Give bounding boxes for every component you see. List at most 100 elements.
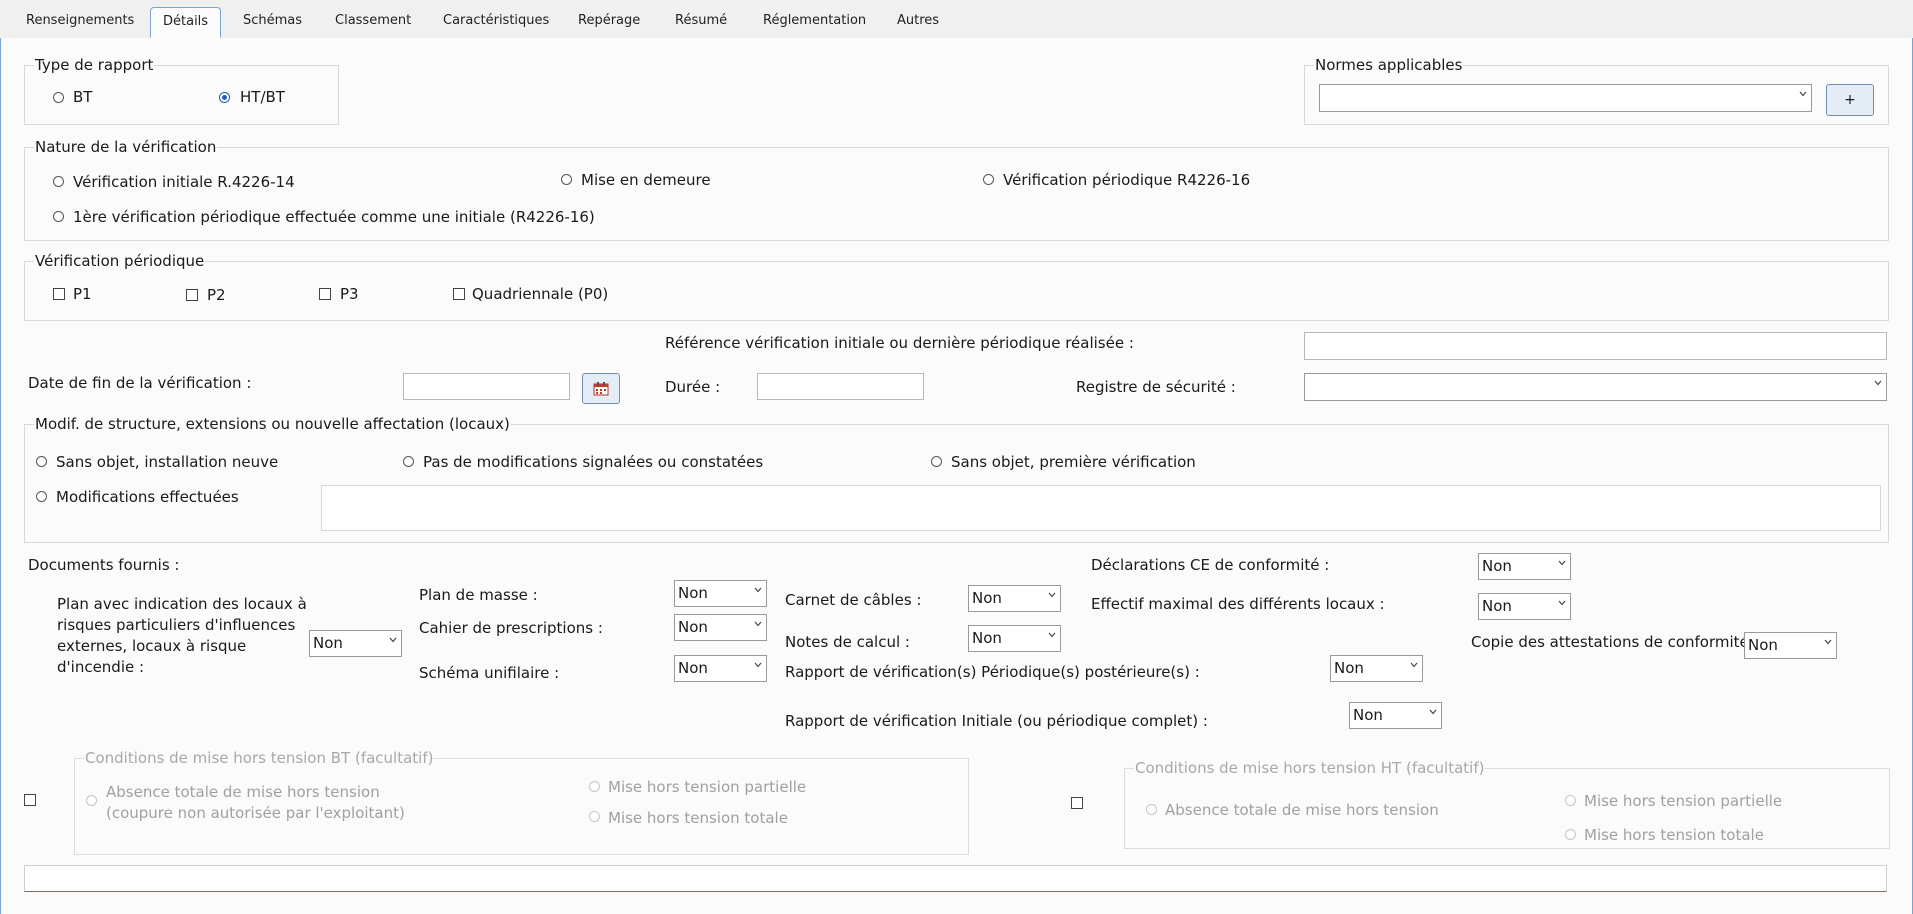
radio-ht-absence[interactable]	[1146, 804, 1157, 815]
type-rapport-group: Type de rapport	[24, 56, 339, 125]
radio-bt-partielle[interactable]	[589, 781, 600, 792]
radio-modifications-effectuees-label: Modifications effectuées	[56, 488, 239, 506]
checkbox-p2[interactable]	[186, 289, 198, 301]
plan-masse-label: Plan de masse :	[419, 586, 538, 604]
radio-verif-initiale[interactable]	[53, 176, 64, 187]
declarations-combo[interactable]: Non	[1478, 553, 1571, 580]
radio-verif-periodique-label: Vérification périodique R4226-16	[1003, 171, 1251, 189]
normes-title: Normes applicables	[1314, 56, 1464, 74]
chevron-down-icon	[754, 621, 762, 627]
effectif-label: Effectif maximal des différents locaux :	[1091, 595, 1385, 613]
duree-label: Durée :	[665, 378, 721, 396]
notes-combo[interactable]: Non	[968, 625, 1061, 652]
nature-title: Nature de la vérification	[34, 138, 218, 156]
radio-bt-totale[interactable]	[589, 811, 600, 822]
tab-classement[interactable]: Classement	[335, 13, 411, 28]
radio-sans-objet-neuve-label: Sans objet, installation neuve	[56, 453, 279, 471]
tab-schemas[interactable]: Schémas	[243, 13, 302, 28]
chevron-down-icon	[389, 637, 397, 643]
radio-bt[interactable]	[53, 92, 64, 103]
type-rapport-title: Type de rapport	[34, 56, 155, 74]
radio-premiere-periodique[interactable]	[53, 211, 64, 222]
radio-sans-objet-neuve[interactable]	[36, 456, 47, 467]
radio-sans-objet-premiere[interactable]	[931, 456, 942, 467]
schema-combo[interactable]: Non	[674, 655, 767, 682]
radio-ht-totale-label: Mise hors tension totale	[1584, 826, 1764, 844]
tab-renseignements[interactable]: Renseignements	[26, 13, 134, 28]
tab-bar: Renseignements Détails Schémas Classemen…	[0, 0, 1913, 39]
mht-ht-title: Conditions de mise hors tension HT (facu…	[1134, 759, 1486, 777]
chevron-down-icon	[1429, 709, 1437, 715]
radio-sans-objet-premiere-label: Sans objet, première vérification	[951, 453, 1196, 471]
carnet-combo[interactable]: Non	[968, 585, 1061, 612]
declarations-label: Déclarations CE de conformité :	[1091, 556, 1330, 574]
tab-caracteristiques[interactable]: Caractéristiques	[443, 13, 549, 28]
calendar-icon	[593, 382, 609, 396]
calendar-button[interactable]	[582, 373, 620, 404]
tab-reglementation[interactable]: Réglementation	[763, 13, 866, 28]
registre-combo[interactable]	[1304, 373, 1887, 401]
tab-details[interactable]: Détails	[150, 7, 222, 38]
normes-combo[interactable]	[1319, 84, 1812, 112]
mht-bt-title: Conditions de mise hors tension BT (facu…	[84, 749, 435, 767]
radio-pas-de-modifications[interactable]	[403, 456, 414, 467]
checkbox-quadriennale-label: Quadriennale (P0)	[472, 285, 609, 303]
checkbox-quadriennale[interactable]	[453, 288, 465, 300]
rapport-post-label: Rapport de vérification(s) Périodique(s)…	[785, 663, 1200, 681]
carnet-label: Carnet de câbles :	[785, 591, 922, 609]
bottom-text-field[interactable]	[24, 865, 1887, 892]
radio-bt-absence[interactable]	[86, 795, 97, 806]
checkbox-mht-ht[interactable]	[1071, 797, 1083, 809]
periodique-title: Vérification périodique	[34, 252, 206, 270]
duree-input[interactable]	[757, 373, 924, 400]
checkbox-p3[interactable]	[319, 288, 331, 300]
date-fin-input[interactable]	[403, 373, 570, 400]
date-fin-label: Date de fin de la vérification :	[28, 374, 252, 392]
chevron-down-icon	[754, 662, 762, 668]
checkbox-p1-label: P1	[73, 285, 92, 303]
plan-locaux-combo[interactable]: Non	[309, 630, 402, 657]
effectif-combo[interactable]: Non	[1478, 593, 1571, 620]
tab-reperage[interactable]: Repérage	[578, 13, 640, 28]
periodique-group: Vérification périodique	[24, 252, 1889, 321]
plan-locaux-label: Plan avec indication des locaux à risque…	[57, 595, 307, 676]
radio-verif-initiale-label: Vérification initiale R.4226-14	[73, 173, 295, 191]
chevron-down-icon	[1824, 639, 1832, 645]
plan-masse-combo[interactable]: Non	[674, 580, 767, 607]
radio-pas-de-modifications-label: Pas de modifications signalées ou consta…	[423, 453, 764, 471]
radio-mise-en-demeure-label: Mise en demeure	[581, 171, 711, 189]
chevron-down-icon	[1048, 592, 1056, 598]
registre-label: Registre de sécurité :	[1076, 378, 1236, 396]
reference-input[interactable]	[1304, 332, 1887, 360]
radio-modifications-effectuees[interactable]	[36, 491, 47, 502]
radio-mise-en-demeure[interactable]	[561, 174, 572, 185]
chevron-down-icon	[1874, 380, 1882, 386]
rapport-init-combo[interactable]: Non	[1349, 702, 1442, 729]
checkbox-mht-bt[interactable]	[24, 794, 36, 806]
rapport-post-combo[interactable]: Non	[1330, 655, 1423, 682]
rapport-init-label: Rapport de vérification Initiale (ou pér…	[785, 712, 1208, 730]
chevron-down-icon	[1410, 662, 1418, 668]
radio-ht-partielle[interactable]	[1565, 795, 1576, 806]
radio-htbt-label: HT/BT	[240, 88, 285, 106]
tab-autres[interactable]: Autres	[897, 13, 939, 28]
copie-combo[interactable]: Non	[1744, 632, 1837, 659]
radio-bt-absence-label: Absence totale de mise hors tension (cou…	[106, 783, 405, 822]
modifications-text[interactable]	[321, 485, 1881, 531]
radio-ht-totale[interactable]	[1565, 829, 1576, 840]
checkbox-p2-label: P2	[207, 286, 226, 304]
chevron-down-icon	[1048, 632, 1056, 638]
add-norme-button[interactable]: +	[1826, 84, 1874, 116]
cahier-label: Cahier de prescriptions :	[419, 619, 603, 637]
checkbox-p1[interactable]	[53, 288, 65, 300]
reference-label: Référence vérification initiale ou derni…	[665, 334, 1134, 352]
tab-resume[interactable]: Résumé	[675, 13, 727, 28]
radio-bt-label: BT	[73, 88, 93, 106]
chevron-down-icon	[1558, 560, 1566, 566]
radio-verif-periodique[interactable]	[983, 174, 994, 185]
chevron-down-icon	[754, 587, 762, 593]
cahier-combo[interactable]: Non	[674, 614, 767, 641]
radio-premiere-periodique-label: 1ère vérification périodique effectuée c…	[73, 208, 595, 226]
radio-ht-partielle-label: Mise hors tension partielle	[1584, 792, 1783, 810]
radio-htbt[interactable]	[219, 92, 230, 103]
